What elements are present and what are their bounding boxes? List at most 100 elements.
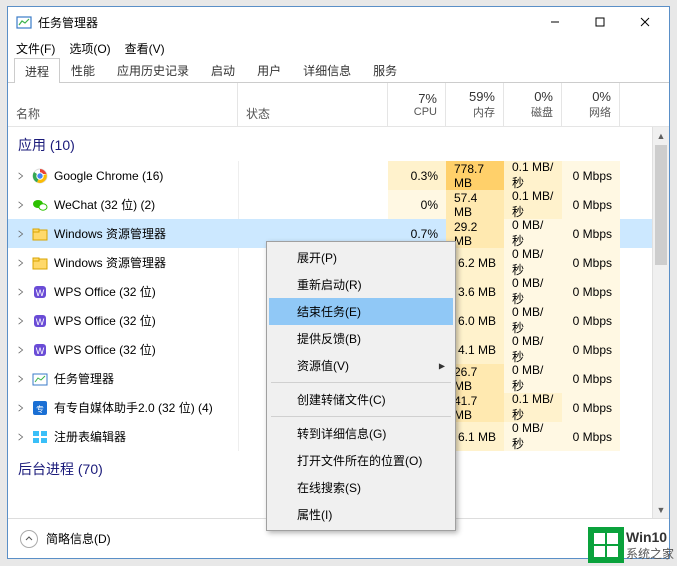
watermark-line2: 系统之家	[626, 545, 674, 562]
menubar: 文件(F) 选项(O) 查看(V)	[8, 37, 669, 59]
svg-text:W: W	[36, 317, 45, 327]
cell-mem: 778.7 MB	[446, 161, 504, 190]
cell-disk: 0 MB/秒	[504, 277, 562, 306]
chevron-right-icon[interactable]	[16, 287, 26, 297]
cell-net: 0 Mbps	[562, 335, 620, 364]
table-row[interactable]: WeChat (32 位) (2) 0% 57.4 MB 0.1 MB/秒 0 …	[8, 190, 669, 219]
cell-net: 0 Mbps	[562, 422, 620, 451]
cell-cpu: 0.3%	[388, 161, 446, 190]
cell-mem: 57.4 MB	[446, 190, 504, 219]
cell-name: Windows 资源管理器	[8, 248, 238, 277]
tab-apphistory[interactable]: 应用历史记录	[106, 57, 200, 82]
wps-icon: W	[32, 313, 48, 329]
taskmgr-icon	[32, 371, 48, 387]
menu-options[interactable]: 选项(O)	[69, 40, 110, 57]
menu-separator	[271, 416, 451, 417]
cell-net: 0 Mbps	[562, 219, 620, 248]
cell-disk: 0 MB/秒	[504, 335, 562, 364]
cell-name: 专 有专自媒体助手2.0 (32 位) (4)	[8, 393, 238, 422]
menu-view[interactable]: 查看(V)	[125, 40, 165, 57]
ctx-feedback[interactable]: 提供反馈(B)	[269, 325, 453, 352]
submenu-arrow-icon: ▶	[439, 361, 445, 370]
header-network[interactable]: 0%网络	[562, 83, 620, 126]
process-name: WPS Office (32 位)	[54, 341, 156, 358]
cell-disk: 0.1 MB/秒	[504, 161, 562, 190]
chevron-right-icon[interactable]	[16, 374, 26, 384]
process-name: 有专自媒体助手2.0 (32 位) (4)	[54, 399, 213, 416]
wps-icon: W	[32, 342, 48, 358]
tab-users[interactable]: 用户	[246, 57, 292, 82]
chrome-icon	[32, 168, 48, 184]
chevron-right-icon[interactable]	[16, 258, 26, 268]
chevron-right-icon[interactable]	[16, 432, 26, 442]
chevron-right-icon[interactable]	[16, 229, 26, 239]
chevron-right-icon[interactable]	[16, 316, 26, 326]
cell-name: WeChat (32 位) (2)	[8, 190, 238, 219]
cell-name: W WPS Office (32 位)	[8, 277, 238, 306]
header-name[interactable]: 名称	[8, 83, 238, 126]
ctx-end-task[interactable]: 结束任务(E)	[269, 298, 453, 325]
menu-file[interactable]: 文件(F)	[16, 40, 55, 57]
header-scroll-spacer	[620, 83, 637, 126]
tab-processes[interactable]: 进程	[14, 58, 60, 83]
cell-status	[238, 161, 388, 190]
cell-disk: 0 MB/秒	[504, 422, 562, 451]
ctx-properties[interactable]: 属性(I)	[269, 501, 453, 528]
cell-disk: 0.1 MB/秒	[504, 190, 562, 219]
header-cpu[interactable]: 7%CPU	[388, 83, 446, 126]
cell-status	[238, 190, 388, 219]
cell-disk: 0 MB/秒	[504, 364, 562, 393]
explorer-icon	[32, 255, 48, 271]
ctx-restart[interactable]: 重新启动(R)	[269, 271, 453, 298]
scroll-down-icon[interactable]: ▼	[653, 501, 669, 518]
menu-separator	[271, 382, 451, 383]
group-apps[interactable]: 应用 (10)	[8, 127, 669, 161]
ctx-search-online[interactable]: 在线搜索(S)	[269, 474, 453, 501]
cell-name: W WPS Office (32 位)	[8, 306, 238, 335]
cell-net: 0 Mbps	[562, 393, 620, 422]
scroll-thumb[interactable]	[655, 145, 667, 265]
process-name: WPS Office (32 位)	[54, 312, 156, 329]
ctx-create-dump[interactable]: 创建转储文件(C)	[269, 386, 453, 413]
ctx-expand[interactable]: 展开(P)	[269, 244, 453, 271]
scroll-up-icon[interactable]: ▲	[653, 127, 669, 144]
explorer-icon	[32, 226, 48, 242]
cell-name: 注册表编辑器	[8, 422, 238, 451]
app-icon	[16, 14, 32, 30]
table-row[interactable]: Google Chrome (16) 0.3% 778.7 MB 0.1 MB/…	[8, 161, 669, 190]
cell-name: Windows 资源管理器	[8, 219, 238, 248]
scrollbar[interactable]: ▲ ▼	[652, 127, 669, 518]
header-disk[interactable]: 0%磁盘	[504, 83, 562, 126]
window-buttons	[532, 7, 667, 37]
brief-info-button[interactable]: 简略信息(D)	[46, 530, 111, 547]
cell-net: 0 Mbps	[562, 306, 620, 335]
tab-services[interactable]: 服务	[362, 57, 408, 82]
chevron-right-icon[interactable]	[16, 403, 26, 413]
cell-name: 任务管理器	[8, 364, 238, 393]
ctx-open-location[interactable]: 打开文件所在的位置(O)	[269, 447, 453, 474]
watermark-line1: Win10	[626, 529, 674, 545]
tab-details[interactable]: 详细信息	[292, 57, 362, 82]
chevron-right-icon[interactable]	[16, 200, 26, 210]
maximize-button[interactable]	[577, 7, 622, 37]
svg-text:专: 专	[36, 404, 44, 414]
header-memory[interactable]: 59%内存	[446, 83, 504, 126]
collapse-icon[interactable]	[20, 530, 38, 548]
process-name: WeChat (32 位) (2)	[54, 196, 155, 213]
chevron-right-icon[interactable]	[16, 171, 26, 181]
ctx-goto-details[interactable]: 转到详细信息(G)	[269, 420, 453, 447]
minimize-button[interactable]	[532, 7, 577, 37]
process-name: Windows 资源管理器	[54, 254, 166, 271]
cell-net: 0 Mbps	[562, 364, 620, 393]
tab-startup[interactable]: 启动	[200, 57, 246, 82]
close-button[interactable]	[622, 7, 667, 37]
chevron-right-icon[interactable]	[16, 345, 26, 355]
header-status[interactable]: 状态	[238, 83, 388, 126]
process-name: Google Chrome (16)	[54, 169, 163, 183]
regedit-icon	[32, 429, 48, 445]
titlebar[interactable]: 任务管理器	[8, 7, 669, 37]
wps-icon: W	[32, 284, 48, 300]
ctx-resource-values[interactable]: 资源值(V)▶	[269, 352, 453, 379]
window-title: 任务管理器	[38, 14, 532, 31]
tab-performance[interactable]: 性能	[60, 57, 106, 82]
